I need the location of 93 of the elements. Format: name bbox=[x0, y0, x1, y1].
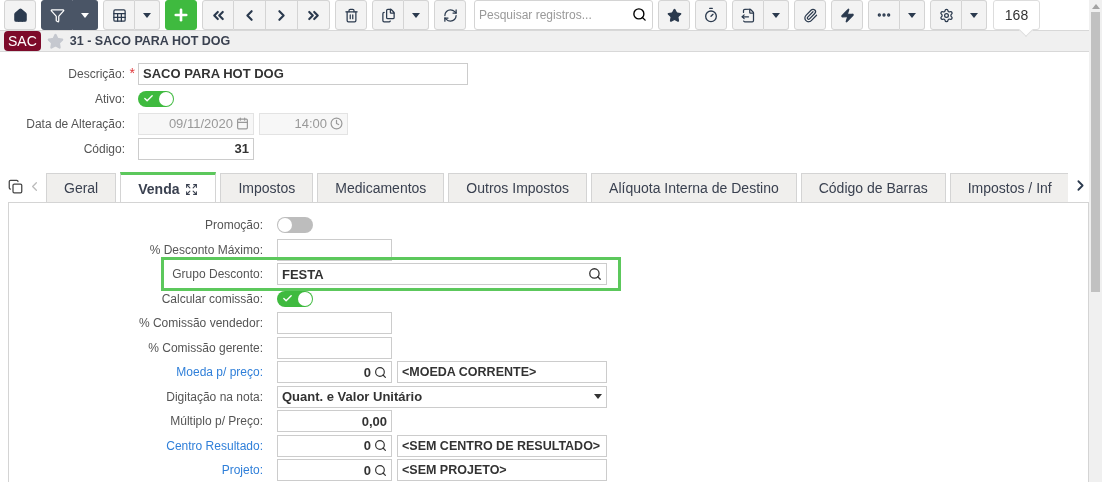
field-link[interactable]: Moeda p/ preço: bbox=[176, 365, 263, 379]
delete-button[interactable] bbox=[335, 0, 367, 30]
tab[interactable]: Outros Impostos bbox=[448, 173, 588, 202]
input-field[interactable]: 31 bbox=[138, 137, 254, 160]
code-field[interactable]: 0 bbox=[277, 434, 392, 457]
caret-icon bbox=[772, 12, 780, 18]
check-icon bbox=[282, 293, 293, 304]
description-field: <SEM PROJETO> bbox=[397, 459, 607, 481]
attachment-icon bbox=[802, 7, 818, 23]
star-icon[interactable] bbox=[46, 32, 64, 50]
refresh-icon bbox=[442, 7, 458, 23]
field-label: Múltiplo p/ Preço: bbox=[170, 414, 263, 428]
field-label: Data de Alteração: bbox=[26, 116, 125, 131]
refresh-button[interactable] bbox=[434, 0, 466, 30]
previous-record-button[interactable] bbox=[234, 0, 266, 30]
field-link[interactable]: Projeto: bbox=[221, 463, 263, 477]
field-label: Digitação na nota: bbox=[166, 389, 263, 404]
select-field[interactable]: Quant. e Valor Unitário bbox=[277, 385, 607, 408]
copy-button[interactable] bbox=[372, 0, 404, 30]
filter-button[interactable] bbox=[41, 0, 73, 30]
expand-icon[interactable] bbox=[185, 182, 199, 196]
last-record-button[interactable] bbox=[298, 0, 330, 30]
input-field[interactable] bbox=[277, 312, 392, 334]
tab[interactable]: Medicamentos bbox=[317, 173, 445, 202]
caret-icon bbox=[908, 12, 916, 18]
input-field[interactable] bbox=[277, 238, 392, 261]
tab[interactable]: Impostos bbox=[220, 173, 314, 202]
field-label: Ativo: bbox=[95, 91, 125, 106]
input-field[interactable] bbox=[277, 336, 392, 359]
record-title: 31 - SACO PARA HOT DOG bbox=[69, 34, 231, 48]
field-label: % Comissão gerente: bbox=[148, 340, 263, 355]
caret-icon bbox=[412, 12, 420, 18]
field-label: % Desconto Máximo: bbox=[149, 242, 263, 257]
search-icon bbox=[632, 7, 647, 22]
add-icon bbox=[172, 6, 190, 24]
lightning-button[interactable] bbox=[831, 0, 863, 30]
filter-icon bbox=[49, 7, 65, 23]
next-record-button[interactable] bbox=[266, 0, 298, 30]
field-label: Calcular comissão: bbox=[161, 291, 263, 306]
calendar-icon bbox=[236, 117, 249, 130]
grid-view-icon bbox=[111, 7, 127, 23]
description-field: <MOEDA CORRENTE> bbox=[397, 361, 607, 383]
lightning-icon bbox=[839, 7, 855, 23]
first-record-button[interactable] bbox=[202, 0, 234, 30]
toggle-switch[interactable] bbox=[138, 90, 174, 107]
search-icon bbox=[374, 463, 387, 477]
attachment-button[interactable] bbox=[794, 0, 826, 30]
field-label: Grupo Desconto: bbox=[172, 267, 263, 281]
field-label: Promoção: bbox=[204, 218, 263, 232]
check-icon bbox=[143, 93, 154, 104]
dropdown-button[interactable] bbox=[73, 0, 98, 30]
module-badge: SAC bbox=[4, 31, 41, 51]
settings-icon bbox=[938, 7, 954, 23]
copy-icon bbox=[380, 7, 396, 23]
toggle-switch[interactable] bbox=[277, 217, 313, 233]
field-label: % Comissão vendedor: bbox=[138, 316, 263, 330]
caret-icon bbox=[970, 12, 978, 18]
export-icon bbox=[740, 7, 756, 23]
home-button[interactable] bbox=[4, 0, 36, 30]
scrollbar[interactable] bbox=[1089, 0, 1102, 482]
tab[interactable]: Alíquota Interna de Destino bbox=[591, 173, 797, 202]
description-field: <SEM CENTRO DE RESULTADO> bbox=[397, 434, 607, 457]
export-button[interactable] bbox=[732, 0, 764, 30]
favorite-icon bbox=[666, 7, 682, 23]
lookup-field[interactable]: FESTA bbox=[277, 263, 607, 285]
search-icon bbox=[374, 365, 387, 379]
copy-icon[interactable] bbox=[8, 179, 23, 194]
code-field[interactable]: 0 bbox=[277, 459, 392, 481]
tab[interactable]: Código de Barras bbox=[800, 173, 946, 202]
clock-icon bbox=[330, 117, 343, 130]
caret-icon bbox=[594, 394, 602, 399]
home-icon bbox=[12, 7, 28, 23]
tab[interactable]: Geral bbox=[46, 173, 117, 202]
more-button[interactable] bbox=[868, 0, 900, 30]
grid-view-button[interactable] bbox=[103, 0, 135, 30]
search-icon bbox=[588, 267, 602, 281]
required-mark: * bbox=[129, 64, 135, 81]
settings-button[interactable] bbox=[930, 0, 962, 30]
code-field[interactable]: 0 bbox=[277, 361, 392, 383]
timer-button[interactable] bbox=[695, 0, 727, 30]
timer-icon bbox=[703, 7, 719, 23]
delete-icon bbox=[343, 7, 359, 23]
field-link[interactable]: Centro Resultado: bbox=[166, 438, 263, 453]
tab[interactable]: Impostos / Inf bbox=[949, 173, 1068, 202]
input-field[interactable]: SACO PARA HOT DOG bbox=[138, 62, 468, 85]
caret-icon bbox=[143, 12, 151, 18]
favorite-button[interactable] bbox=[658, 0, 690, 30]
search-field[interactable]: Pesquisar registros... bbox=[474, 0, 653, 30]
search-icon bbox=[374, 439, 387, 452]
field-label: Código: bbox=[83, 141, 125, 156]
tab[interactable]: Venda bbox=[120, 172, 217, 202]
input-field[interactable]: 0,00 bbox=[277, 410, 392, 432]
caret-icon bbox=[81, 12, 89, 18]
